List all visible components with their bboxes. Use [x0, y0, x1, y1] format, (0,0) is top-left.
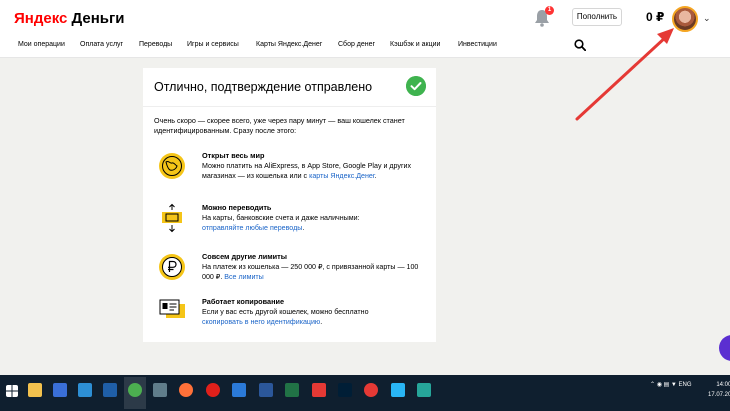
- nav-item-payments[interactable]: Оплата услуг: [80, 41, 123, 48]
- chevron-down-icon[interactable]: ⌄: [703, 13, 711, 24]
- opera-icon[interactable]: [206, 383, 220, 397]
- intro-text: Очень скоро — скорее всего, уже через па…: [154, 116, 405, 135]
- clock[interactable]: 14:00 17.07.20: [708, 380, 730, 400]
- photos-icon[interactable]: [417, 383, 431, 397]
- excel-icon[interactable]: [285, 383, 299, 397]
- id-card-icon: [159, 299, 185, 318]
- feature-title: Совсем другие лимиты: [202, 252, 287, 261]
- page-title: Отлично, подтверждение отправлено: [154, 80, 373, 94]
- windows-start-icon[interactable]: [6, 385, 18, 397]
- nav-item-games[interactable]: Игры и сервисы: [187, 41, 239, 48]
- feature-description: Если у вас есть другой кошелек, можно бе…: [202, 308, 369, 316]
- nav-item-fundraising[interactable]: Сбор денег: [338, 41, 375, 48]
- transfer-icon: [162, 203, 182, 233]
- photoshop-icon[interactable]: [338, 383, 352, 397]
- app-icon[interactable]: [103, 383, 117, 397]
- app-icon[interactable]: [78, 383, 92, 397]
- globe-icon: [159, 153, 185, 179]
- clock-time: 14:00: [716, 382, 730, 388]
- limits-link[interactable]: Все лимиты: [224, 273, 263, 281]
- top-header: Яндекс Деньги 1 Пополнить 0 ₽ ⌄ Мои опер…: [0, 0, 730, 58]
- windows-taskbar: ⌃ ◉ ▤ ▼ ENG 14:00 17.07.20: [0, 375, 730, 411]
- yandex-browser-icon[interactable]: [312, 383, 326, 397]
- user-avatar[interactable]: [672, 6, 698, 32]
- logo-product: Деньги: [71, 10, 125, 27]
- store-icon[interactable]: [53, 383, 67, 397]
- language-indicator[interactable]: ENG: [679, 382, 692, 388]
- yandex-money-logo[interactable]: Яндекс Деньги: [14, 10, 125, 27]
- nav-item-cards[interactable]: Карты Яндекс.Денег: [256, 41, 322, 48]
- word-icon[interactable]: [259, 383, 273, 397]
- feature-title: Можно переводить: [202, 203, 272, 212]
- yandex-icon[interactable]: [364, 383, 378, 397]
- nav-item-cashback[interactable]: Кэшбэк и акции: [390, 41, 440, 48]
- feature-title: Открыт весь мир: [202, 151, 265, 160]
- transfers-link[interactable]: отправляйте любые переводы: [202, 224, 302, 232]
- divider: [143, 106, 436, 107]
- firefox-icon[interactable]: [179, 383, 193, 397]
- wallet-balance: 0 ₽: [646, 10, 665, 24]
- topup-button[interactable]: Пополнить: [572, 8, 622, 26]
- checkmark-icon: [406, 76, 426, 96]
- nav-item-transfers[interactable]: Переводы: [139, 41, 172, 48]
- logo-brand: Яндекс: [14, 10, 68, 27]
- chat-button[interactable]: [719, 335, 730, 361]
- chrome-icon[interactable]: [128, 383, 142, 397]
- nav-item-operations[interactable]: Мои операции: [18, 41, 65, 48]
- nav-item-investments[interactable]: Инвестиции: [458, 41, 497, 48]
- notification-badge: 1: [545, 6, 554, 15]
- system-tray: ⌃ ◉ ▤ ▼ ENG: [650, 382, 692, 388]
- feature-title: Работает копирование: [202, 297, 285, 306]
- mail-icon[interactable]: [232, 383, 246, 397]
- file-explorer-icon[interactable]: [28, 383, 42, 397]
- ruble-coin-icon: [159, 254, 185, 280]
- cards-link[interactable]: карты Яндекс.Денег: [309, 172, 374, 180]
- calculator-icon[interactable]: [153, 383, 167, 397]
- confirmation-card: Отлично, подтверждение отправлено Очень …: [143, 68, 436, 342]
- feature-description: На карты, банковские счета и даже наличн…: [202, 214, 360, 222]
- feature-description: Можно платить на AliExpress, в App Store…: [202, 162, 412, 180]
- search-icon[interactable]: [574, 39, 586, 51]
- app-icon[interactable]: [391, 383, 405, 397]
- clock-date: 17.07.20: [708, 392, 730, 398]
- copy-identification-link[interactable]: скопировать в него идентификацию: [202, 318, 320, 326]
